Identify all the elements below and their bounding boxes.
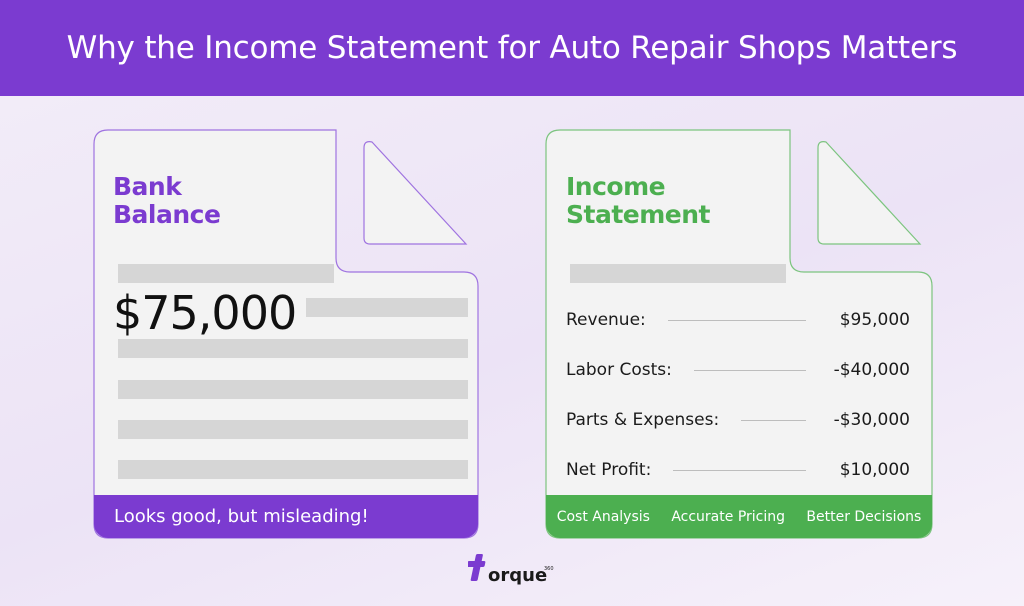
logo-superscript: 360 (544, 566, 554, 572)
row-label: Labor Costs: (566, 360, 672, 380)
income-footer: Cost Analysis Accurate Pricing Better De… (546, 495, 932, 538)
income-title: Income Statement (566, 172, 711, 229)
row-divider (693, 369, 806, 371)
row-divider (667, 319, 806, 321)
bank-title-line1: Bank (113, 172, 182, 201)
bank-title: Bank Balance (113, 172, 221, 229)
income-title-line2: Statement (566, 200, 711, 229)
row-value: -$40,000 (833, 360, 910, 380)
row-value: -$30,000 (833, 410, 910, 430)
income-row-net-profit: Net Profit: $10,000 (566, 459, 910, 481)
footer-item-accurate-pricing: Accurate Pricing (671, 508, 786, 525)
row-divider (673, 469, 806, 471)
bank-placeholder-line (118, 420, 468, 439)
footer-item-cost-analysis: Cost Analysis (556, 508, 650, 525)
torque-logo: orque 360 (468, 554, 554, 586)
logo-wordmark: orque (488, 565, 547, 586)
income-row-labor: Labor Costs: -$40,000 (566, 359, 910, 381)
bank-balance-value: $75,000 (113, 286, 297, 340)
income-row-revenue: Revenue: $95,000 (566, 309, 910, 331)
income-title-line1: Income (566, 172, 666, 201)
income-row-parts: Parts & Expenses: -$30,000 (566, 409, 910, 431)
bank-footer-text: Looks good, but misleading! (114, 506, 369, 527)
row-label: Net Profit: (566, 460, 652, 480)
row-divider (741, 419, 806, 421)
row-value: $95,000 (839, 310, 910, 330)
bank-placeholder-line (118, 339, 468, 358)
bank-placeholder-line (306, 298, 468, 317)
row-label: Parts & Expenses: (566, 410, 720, 430)
row-label: Revenue: (566, 310, 646, 330)
bank-placeholder-line (118, 380, 468, 399)
bank-fold-corner (363, 141, 468, 245)
income-placeholder-line (570, 264, 786, 283)
income-fold-corner (817, 141, 922, 245)
footer-item-better-decisions: Better Decisions (806, 508, 922, 525)
torque-cross-logo-icon (468, 554, 486, 581)
row-value: $10,000 (839, 460, 910, 480)
bank-placeholder-line (118, 264, 334, 283)
bank-title-line2: Balance (113, 200, 221, 229)
bank-placeholder-line (118, 460, 468, 479)
bank-footer: Looks good, but misleading! (94, 495, 478, 538)
